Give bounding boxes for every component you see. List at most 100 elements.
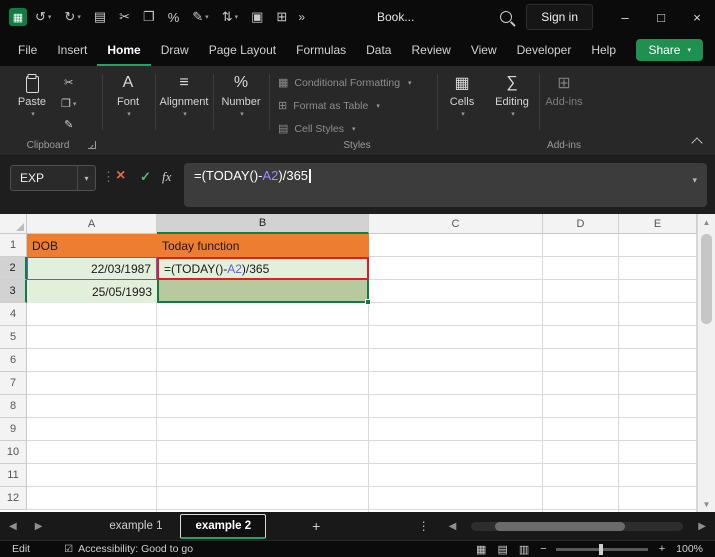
sheet-tab-example-2[interactable]: example 2	[180, 513, 267, 539]
undo-button[interactable]: ↺ ▾	[30, 4, 56, 30]
cell-b3[interactable]	[157, 280, 369, 303]
tab-page-layout[interactable]: Page Layout	[199, 34, 286, 66]
tab-draw[interactable]: Draw	[151, 34, 199, 66]
column-header-d[interactable]: D	[543, 214, 619, 234]
row-header-5[interactable]: 5	[0, 326, 27, 349]
close-button[interactable]: ×	[679, 0, 715, 34]
redo-button[interactable]: ↻ ▾	[59, 4, 85, 30]
zoom-level[interactable]: 100%	[676, 543, 703, 555]
cell-area[interactable]: DOB Today function 22/03/1987 25/05/1993…	[27, 234, 697, 512]
row-header-2[interactable]: 2	[0, 257, 27, 280]
search-icon[interactable]	[500, 11, 513, 23]
tab-home[interactable]: Home	[97, 34, 150, 66]
cell-a2[interactable]: 22/03/1987	[27, 257, 157, 280]
select-all-button[interactable]	[0, 214, 27, 234]
tab-view[interactable]: View	[461, 34, 507, 66]
sheet-options-icon[interactable]: ⋮	[418, 519, 430, 533]
page-layout-view-icon[interactable]: ▤	[497, 543, 507, 556]
tab-file[interactable]: File	[8, 34, 47, 66]
font-group-button[interactable]: A Font ▾	[104, 72, 152, 134]
copy-button[interactable]: ❐ ▾	[58, 94, 79, 113]
tab-developer[interactable]: Developer	[507, 34, 582, 66]
editing-group-button[interactable]: ∑ Editing ▾	[487, 72, 537, 134]
minimize-button[interactable]: –	[607, 0, 643, 34]
borders-button[interactable]: ⊞	[271, 4, 292, 30]
vertical-scrollbar[interactable]: ▲ ▼	[697, 214, 715, 512]
normal-view-icon[interactable]: ▦	[476, 543, 486, 556]
row-header-7[interactable]: 7	[0, 372, 27, 395]
zoom-out-button[interactable]: −	[540, 543, 546, 555]
sign-in-button[interactable]: Sign in	[526, 4, 593, 30]
scroll-right-icon[interactable]: ▶	[689, 521, 715, 532]
collapse-ribbon-chevron-icon[interactable]	[691, 137, 703, 149]
zoom-slider[interactable]	[555, 543, 648, 555]
row-header-3[interactable]: 3	[0, 280, 27, 303]
zoom-slider-thumb[interactable]	[598, 543, 603, 555]
row-header-6[interactable]: 6	[0, 349, 27, 372]
accessibility-status[interactable]: ☑ Accessibility: Good to go	[64, 543, 193, 555]
page-break-view-icon[interactable]: ▥	[519, 543, 529, 556]
cell-b1[interactable]: Today function	[157, 234, 369, 257]
maximize-button[interactable]: □	[643, 0, 679, 34]
next-sheet-icon[interactable]: ▶	[26, 521, 52, 532]
horizontal-scrollbar[interactable]	[471, 521, 684, 531]
copy-button[interactable]: ❐	[138, 4, 160, 30]
formula-input[interactable]: =(TODAY()-A2)/365 ▾	[184, 163, 707, 207]
previous-sheet-icon[interactable]: ◀	[0, 521, 26, 532]
format-painter-button[interactable]: ✎ ▾	[187, 4, 213, 30]
scroll-up-icon[interactable]: ▲	[698, 214, 715, 230]
percent-style-button[interactable]: %	[163, 4, 185, 30]
scroll-down-icon[interactable]: ▼	[698, 496, 715, 512]
more-commands-button[interactable]: »	[298, 10, 305, 24]
row-header-1[interactable]: 1	[0, 234, 27, 257]
clipboard-dialog-launcher-icon[interactable]	[88, 141, 96, 149]
column-header-a[interactable]: A	[27, 214, 157, 234]
tab-insert[interactable]: Insert	[47, 34, 97, 66]
name-box-dropdown[interactable]: ▾	[77, 166, 95, 190]
sort-button[interactable]: ⇅ ▾	[217, 4, 243, 30]
row-header-9[interactable]: 9	[0, 418, 27, 441]
cut-button[interactable]: ✂	[114, 4, 135, 30]
add-ins-button[interactable]: ⊞ Add-ins	[541, 72, 587, 134]
new-sheet-button[interactable]: +	[304, 518, 328, 534]
confirm-entry-button[interactable]: ✓	[140, 169, 151, 185]
chevron-down-icon: ▾	[84, 173, 89, 183]
format-as-table-button[interactable]: ⊞ Format as Table ▾	[278, 99, 436, 113]
cell-a3[interactable]: 25/05/1993	[27, 280, 157, 303]
cancel-entry-button[interactable]: ×	[116, 167, 125, 185]
column-header-c[interactable]: C	[369, 214, 543, 234]
row-header-10[interactable]: 10	[0, 441, 27, 464]
tab-review[interactable]: Review	[401, 34, 460, 66]
name-box[interactable]: EXP ▾	[10, 165, 96, 191]
cells-group-button[interactable]: ▦ Cells ▾	[439, 72, 485, 134]
column-header-b[interactable]: B	[157, 214, 369, 234]
number-group-button[interactable]: % Number ▾	[215, 72, 267, 134]
alignment-group-button[interactable]: ≡ Alignment ▾	[157, 72, 211, 134]
expand-formula-bar-chevron-icon[interactable]: ▾	[692, 175, 697, 186]
conditional-formatting-button[interactable]: ▦ Conditional Formatting ▾	[278, 76, 436, 90]
tab-formulas[interactable]: Formulas	[286, 34, 356, 66]
insert-function-button[interactable]: fx	[162, 169, 171, 185]
sheet-tab-example-1[interactable]: example 1	[95, 515, 176, 537]
print-preview-button[interactable]: ▤	[89, 4, 111, 30]
cell-styles-button[interactable]: ▤ Cell Styles ▾	[278, 122, 436, 136]
paste-button[interactable]: Paste ▾	[10, 72, 54, 134]
scroll-left-icon[interactable]: ◀	[440, 521, 466, 532]
row-header-11[interactable]: 11	[0, 464, 27, 487]
row-header-12[interactable]: 12	[0, 487, 27, 510]
zoom-in-button[interactable]: +	[659, 543, 665, 555]
row-header-8[interactable]: 8	[0, 395, 27, 418]
cell-b2-editing[interactable]: =(TODAY()- A2)/365	[157, 257, 369, 280]
cell-a1[interactable]: DOB	[27, 234, 157, 257]
tab-help[interactable]: Help	[581, 34, 626, 66]
column-header-e[interactable]: E	[619, 214, 697, 234]
vertical-scrollbar-thumb[interactable]	[701, 234, 712, 324]
paste-quick-button[interactable]: ▣	[246, 4, 268, 30]
cut-button[interactable]: ✂	[58, 73, 79, 92]
format-painter-button[interactable]: ✎	[58, 115, 79, 134]
horizontal-scrollbar-thumb[interactable]	[495, 521, 626, 531]
formula-bar-drag-handle[interactable]: ⋮	[102, 169, 115, 185]
tab-data[interactable]: Data	[356, 34, 401, 66]
share-button[interactable]: Share ▾	[636, 39, 703, 61]
row-header-4[interactable]: 4	[0, 303, 27, 326]
